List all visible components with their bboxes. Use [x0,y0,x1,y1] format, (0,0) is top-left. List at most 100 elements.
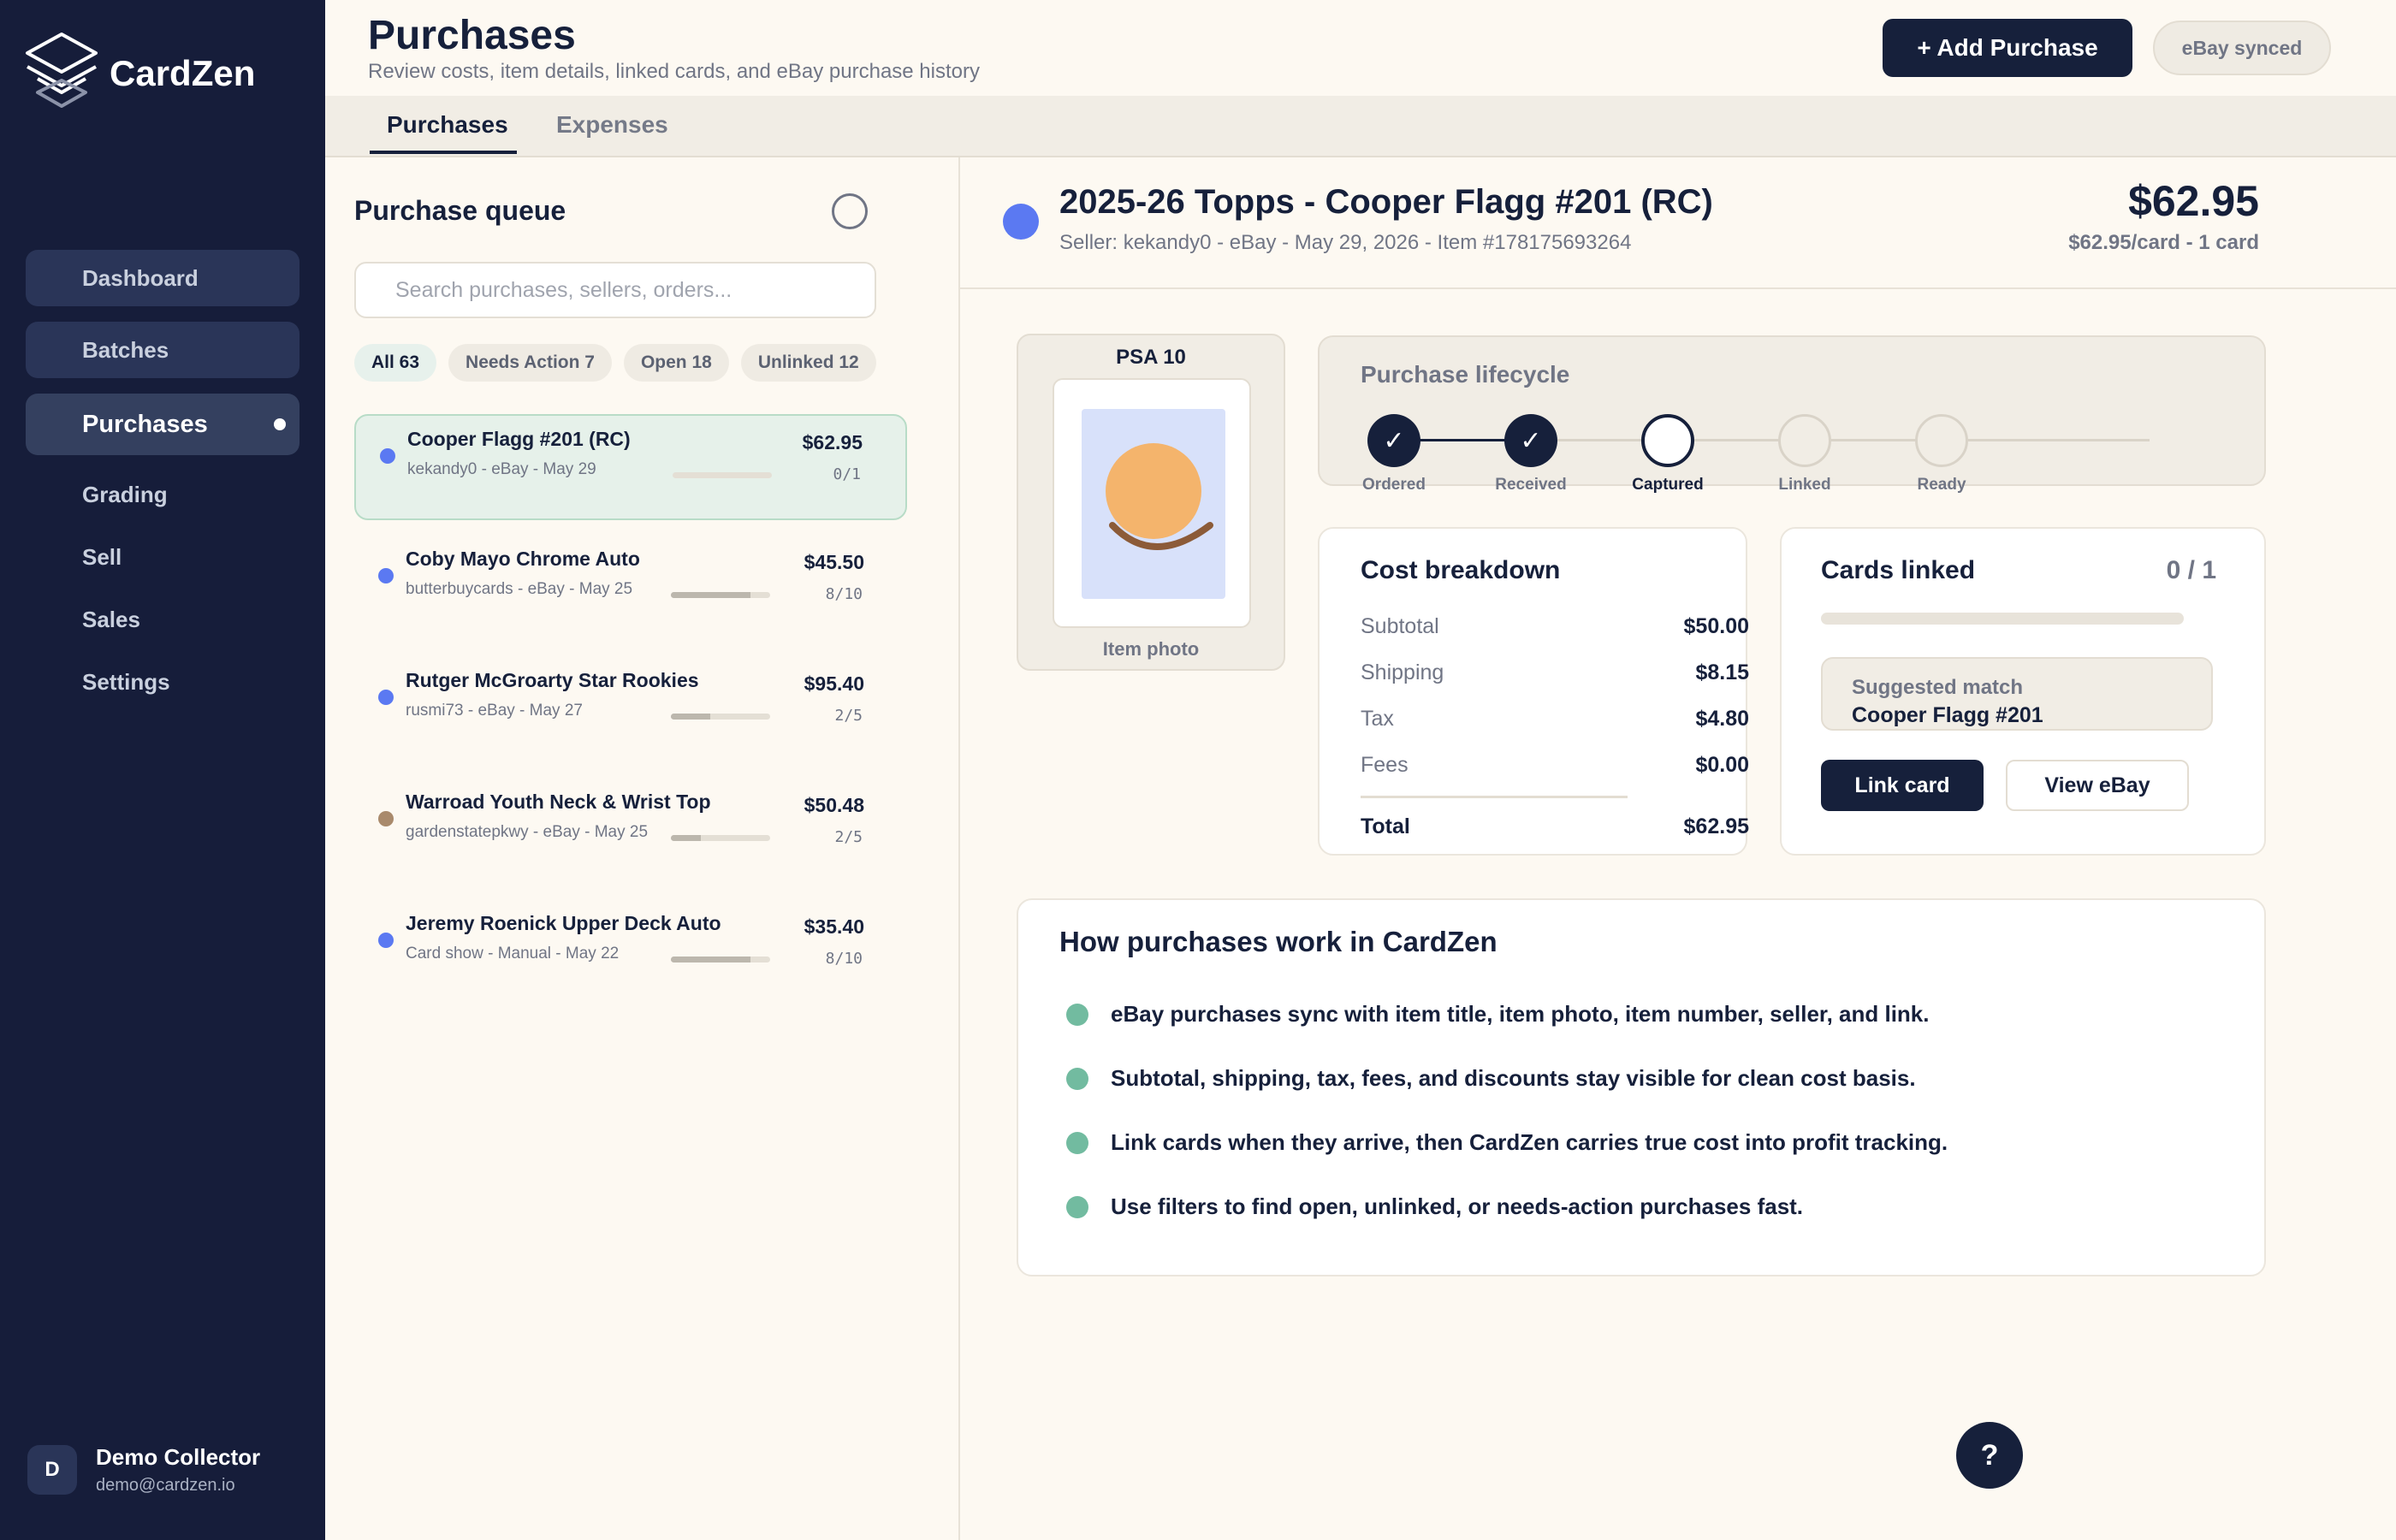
item-price: $50.48 [804,794,864,816]
tab-expenses[interactable]: Expenses [556,111,668,139]
item-title: Rutger McGroarty Star Rookies [406,669,699,691]
refresh-icon[interactable] [832,193,868,229]
list-item[interactable]: Cooper Flagg #201 (RC) kekandy0 - eBay -… [354,414,907,520]
item-title: Cooper Flagg #201 (RC) [407,428,631,450]
cost-label: Subtotal [1361,614,1439,638]
user-email: demo@cardzen.io [96,1476,235,1495]
link-progress-bar [671,714,770,720]
tab-purchases[interactable]: Purchases [387,111,508,139]
suggest-label: Suggested match [1852,676,2024,699]
sidebar-item-label: Grading [82,481,168,507]
progress-fill [671,592,750,598]
cost-value: $50.00 [1683,614,1749,638]
step-label: Linked [1778,476,1831,494]
progress-fill [671,957,750,962]
cards-linked-card: Cards linked 0 / 1 Suggested match Coope… [1780,527,2266,856]
item-link-count: 8/10 [825,950,863,968]
how-title: How purchases work in CardZen [1059,926,1498,957]
list-item[interactable]: Jeremy Roenick Upper Deck Auto Card show… [354,900,907,1006]
filter-chip-needs-action[interactable]: Needs Action 7 [448,344,612,382]
sidebar-item-batches[interactable]: Batches [26,322,300,378]
cost-total-row: Total $62.95 [1361,814,1749,839]
step-captured-icon [1641,414,1694,467]
item-photo-card[interactable]: PSA 10 Item photo [1017,334,1285,671]
cost-label: Shipping [1361,660,1444,684]
filter-chips: All 63 Needs Action 7 Open 18 Unlinked 1… [354,344,888,382]
filter-chip-open[interactable]: Open 18 [623,344,729,382]
link-progress-bar [671,835,770,841]
step-received-icon: ✓ [1504,414,1557,467]
detail-price: $62.95 [2128,177,2259,225]
suggested-match[interactable]: Suggested match Cooper Flagg #201 [1821,657,2213,731]
cost-row: Subtotal $50.00 [1361,614,1749,639]
divider [1361,796,1628,798]
purchase-lifecycle: Purchase lifecycle ✓ ✓ Ordered Received … [1318,335,2266,494]
detail-title: 2025-26 Topps - Cooper Flagg #201 (RC) [1059,183,1713,221]
detail-header: 2025-26 Topps - Cooper Flagg #201 (RC) S… [960,157,2396,289]
sidebar-item-settings[interactable]: Settings [26,658,300,706]
item-link-count: 2/5 [834,707,863,725]
list-item[interactable]: Warroad Youth Neck & Wrist Top gardensta… [354,779,907,885]
step-label: Ready [1917,476,1966,494]
detail-meta: Seller: kekandy0 - eBay - May 29, 2026 -… [1059,231,1632,254]
filter-chip-unlinked[interactable]: Unlinked 12 [740,344,876,382]
purchase-queue-panel: Purchase queue All 63 Needs Action 7 Ope… [325,157,960,1540]
photo-caption: Item photo [1102,638,1200,660]
item-link-count: 2/5 [834,828,863,846]
cost-label: Fees [1361,753,1409,777]
item-link-count: 0/1 [833,465,861,483]
user-profile[interactable]: D Demo Collector demo@cardzen.io [27,1444,260,1496]
bullet-icon [1066,1003,1088,1026]
filter-chip-all[interactable]: All 63 [354,344,437,382]
view-ebay-button[interactable]: View eBay [2006,760,2189,811]
link-progress-bar [671,957,770,962]
item-meta: gardenstatepkwy - eBay - May 25 [406,823,649,841]
sidebar-item-grading[interactable]: Grading [26,471,300,518]
step-ordered-icon: ✓ [1367,414,1420,467]
bullet-icon [1066,1067,1088,1090]
lifecycle-connector [1551,439,2150,441]
app-name: CardZen [110,53,256,93]
link-card-button[interactable]: Link card [1821,760,1984,811]
active-indicator-dot [274,418,286,430]
item-meta: rusmi73 - eBay - May 27 [406,702,583,720]
cost-breakdown-card: Cost breakdown Subtotal $50.00 Shipping $8… [1318,527,1749,856]
cost-row: Tax $4.80 [1361,707,1749,732]
item-price: $62.95 [802,431,863,453]
card-figure-icon [1106,443,1213,550]
sidebar-item-purchases[interactable]: Purchases [26,394,300,455]
how-item: Link cards when they arrive, then CardZe… [1066,1129,1948,1156]
search-input[interactable] [354,262,876,318]
linked-count: 0 / 1 [2166,556,2216,584]
sidebar-item-label: Dashboard [82,264,199,291]
how-item: eBay purchases sync with item title, ite… [1066,1001,1930,1028]
purchase-detail-panel: 2025-26 Topps - Cooper Flagg #201 (RC) S… [960,157,2396,1540]
bullet-icon [1066,1195,1088,1218]
cost-title: Cost breakdown [1361,556,1561,584]
item-link-count: 8/10 [825,585,863,603]
app-logo[interactable]: CardZen [24,31,255,116]
list-item[interactable]: Rutger McGroarty Star Rookies rusmi73 - … [354,657,907,763]
how-text: eBay purchases sync with item title, ite… [1111,1001,1930,1027]
item-title: Warroad Youth Neck & Wrist Top [406,791,711,813]
item-price: $45.50 [804,551,864,573]
item-title: Coby Mayo Chrome Auto [406,548,640,570]
sidebar-item-sell[interactable]: Sell [26,533,300,581]
total-label: Total [1361,814,1410,838]
ebay-sync-badge: eBay synced [2153,21,2331,75]
item-meta: kekandy0 - eBay - May 29 [407,460,596,478]
cardzen-logo-icon [26,33,98,108]
list-item[interactable]: Coby Mayo Chrome Auto butterbuycards - e… [354,536,907,642]
status-dot [378,690,394,705]
cost-row: Shipping $8.15 [1361,660,1749,685]
cost-value: $4.80 [1695,707,1749,731]
add-purchase-button[interactable]: + Add Purchase [1883,19,2132,77]
suggest-value: Cooper Flagg #201 [1852,703,2043,727]
cost-value: $8.15 [1695,660,1749,684]
sidebar-item-dashboard[interactable]: Dashboard [26,250,300,306]
sidebar-item-sales[interactable]: Sales [26,595,300,643]
progress-fill [671,835,701,841]
step-label: Received [1495,476,1567,494]
how-text: Use filters to find open, unlinked, or n… [1111,1194,1804,1219]
help-button[interactable]: ? [1956,1422,2023,1489]
